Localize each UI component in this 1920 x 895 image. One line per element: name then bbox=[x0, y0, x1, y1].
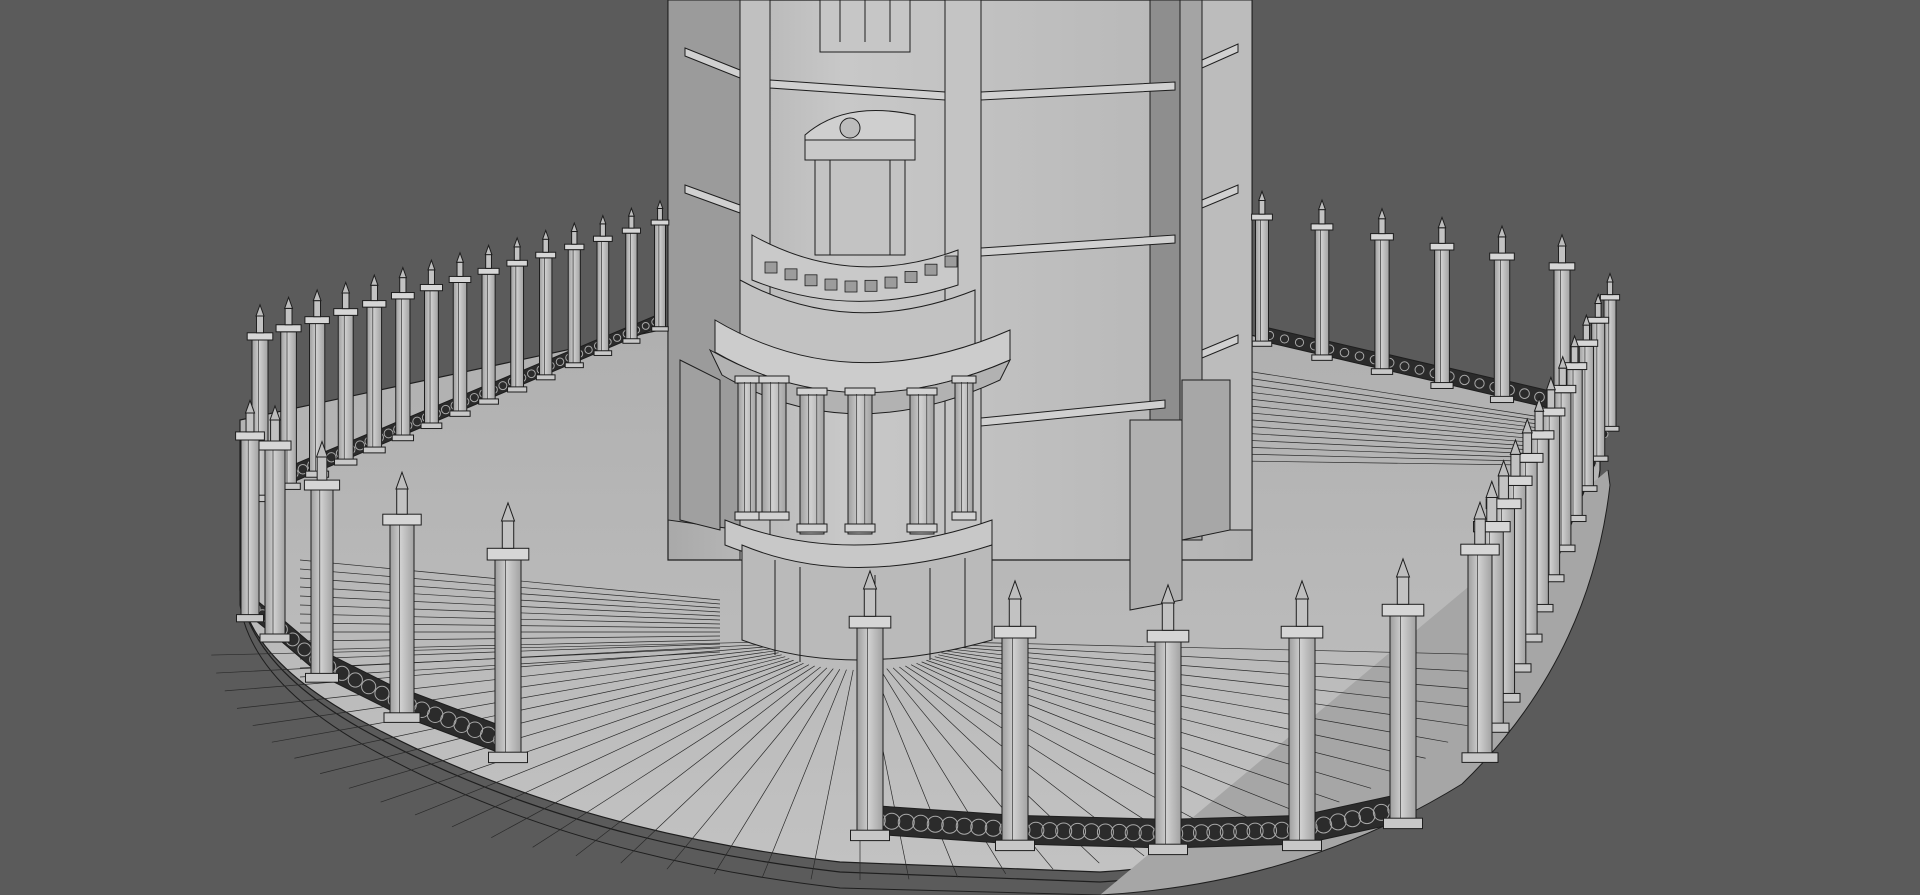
baluster bbox=[904, 271, 918, 283]
fence-pillar bbox=[1310, 198, 1334, 361]
rotunda-column bbox=[758, 375, 790, 521]
fence-pillar bbox=[650, 199, 670, 332]
baluster bbox=[844, 280, 858, 293]
baluster bbox=[924, 263, 938, 276]
fence-pillar bbox=[1370, 207, 1394, 375]
clock-icon bbox=[839, 117, 861, 139]
3d-viewport[interactable] bbox=[0, 0, 1920, 895]
baluster bbox=[764, 261, 778, 274]
rotunda-column bbox=[951, 375, 977, 521]
rotunda-column bbox=[844, 387, 876, 535]
baluster bbox=[824, 278, 838, 291]
fence-pillar bbox=[1251, 189, 1273, 347]
baluster bbox=[944, 255, 958, 268]
rotunda-column bbox=[906, 387, 938, 535]
rotunda-column bbox=[734, 375, 760, 521]
fence-rail-segment bbox=[1013, 814, 1170, 849]
baluster bbox=[864, 279, 878, 292]
baluster bbox=[784, 268, 798, 281]
fence-pillar bbox=[1429, 215, 1455, 389]
rotunda-column bbox=[796, 387, 828, 535]
scene-render[interactable] bbox=[0, 0, 1920, 895]
baluster bbox=[804, 274, 818, 287]
fence-pillar bbox=[1489, 224, 1515, 404]
baluster bbox=[884, 276, 898, 289]
